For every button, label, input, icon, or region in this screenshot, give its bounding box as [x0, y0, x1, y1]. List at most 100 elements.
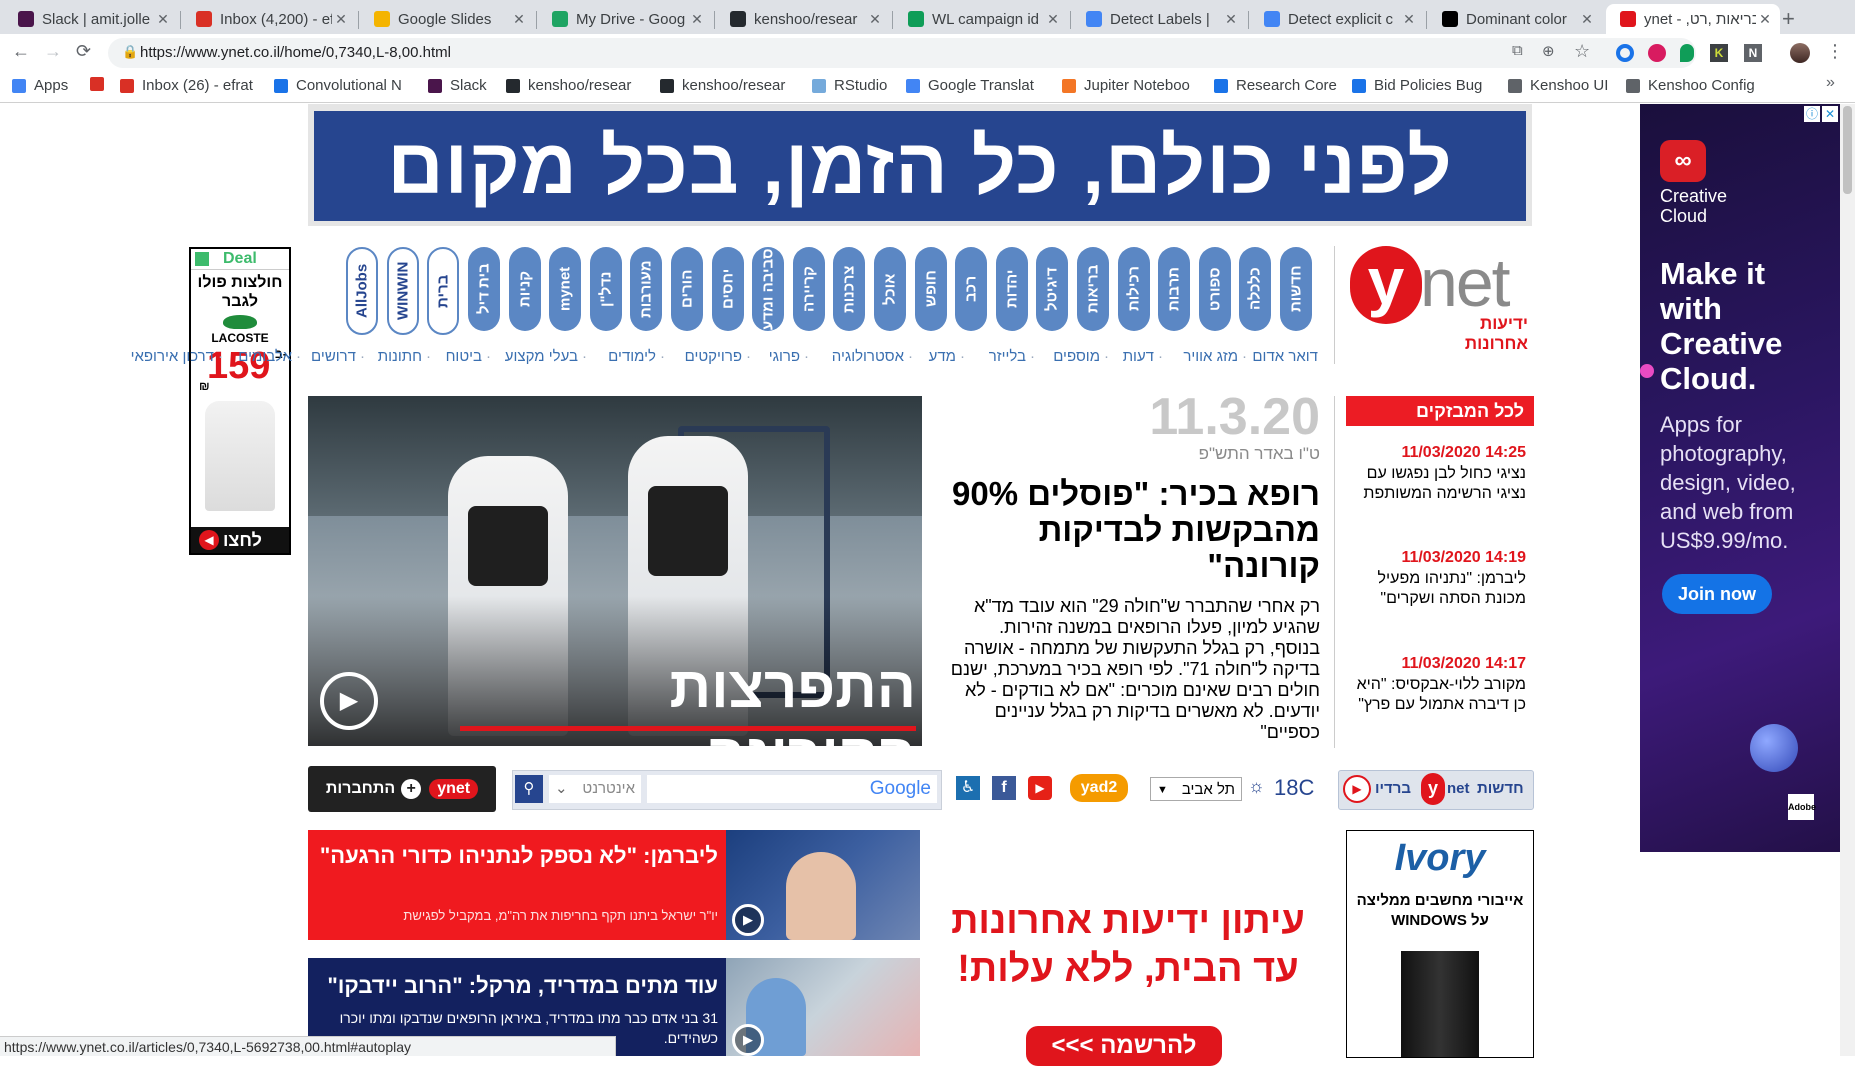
forward-icon[interactable]: → — [44, 41, 62, 62]
sub-nav-link[interactable]: דרכון אירופאי — [122, 348, 214, 365]
bookmark-item[interactable]: Jupiter Noteboo — [1062, 77, 1190, 94]
sub-nav-link[interactable]: פרוגי — [756, 348, 800, 365]
bookmark-item[interactable]: Research Core — [1214, 77, 1337, 94]
breaking-news-text[interactable]: נציגי כחול לבן נפגשו עם נציגי הרשימה המש… — [1346, 464, 1526, 504]
section-tab[interactable]: אוכל — [874, 247, 906, 331]
close-tab-icon[interactable]: ✕ — [1222, 11, 1240, 28]
partner-logo[interactable]: ברית — [427, 247, 460, 335]
play-icon[interactable]: ▶ — [732, 904, 764, 936]
breaking-news-text[interactable]: מקורב ללוי-אבקסיס: "היא כן דיברה אתמול ע… — [1346, 675, 1526, 715]
adobe-ad[interactable]: ∞ Creative Cloud Make it with Creative C… — [1640, 104, 1840, 852]
left-ad-cta[interactable]: לחצו — [223, 530, 262, 551]
story-card-image[interactable]: ▶ — [726, 958, 920, 1056]
new-tab-button[interactable]: + — [1782, 6, 1795, 32]
section-tab[interactable]: יחסים — [711, 247, 744, 331]
section-tab[interactable]: קניות — [508, 247, 541, 331]
close-tab-icon[interactable]: ✕ — [1756, 11, 1774, 28]
adobe-join-button[interactable]: Join now — [1662, 574, 1772, 614]
section-tab[interactable]: ספורט — [1198, 247, 1231, 331]
city-select[interactable]: תל אביב ▼ — [1150, 777, 1242, 801]
browser-tab[interactable]: Google Slides ✕ — [360, 4, 534, 34]
sub-nav-link[interactable]: דעות — [1114, 348, 1154, 365]
login-button[interactable]: ynet + התחברות — [308, 766, 496, 812]
browser-tab[interactable]: Detect explicit c ✕ — [1250, 4, 1424, 34]
sub-nav-link[interactable]: אסטרולוגיה — [814, 348, 904, 365]
bookmark-item[interactable]: Apps — [12, 77, 68, 94]
radio-play-icon[interactable]: ▶ — [1343, 775, 1371, 803]
sub-nav-link[interactable]: מדע — [918, 348, 956, 365]
section-tab[interactable]: בריאות — [1077, 247, 1109, 331]
main-headline[interactable]: רופא בכיר: "פוסלים 90% מהבקשות לבדיקות ק… — [945, 476, 1320, 584]
bookmark-item[interactable]: Inbox (26) - efrat — [120, 77, 253, 94]
bookmark-item[interactable]: Google Translat — [906, 77, 1034, 94]
browser-tab[interactable]: Detect Labels | ✕ — [1072, 4, 1246, 34]
sub-nav-link[interactable]: דרושים — [306, 348, 356, 365]
sub-nav-link[interactable]: בלייזר — [970, 348, 1026, 365]
bookmark-item[interactable] — [90, 77, 112, 91]
page-scrollbar[interactable] — [1840, 104, 1855, 1056]
section-tab[interactable]: בית דיל — [468, 247, 500, 331]
bookmark-star-icon[interactable]: ☆ — [1574, 41, 1590, 62]
section-tab[interactable]: תרבות — [1158, 247, 1191, 331]
ynet-logo[interactable]: y net ידיעות אחרונות — [1350, 245, 1528, 353]
story-card-title[interactable]: ליברמן: "לא נספק לנתניהו כדורי הרגעה" — [318, 842, 718, 870]
section-tab[interactable]: חופש — [914, 247, 947, 331]
section-tab[interactable]: mynet — [549, 247, 582, 331]
breaking-news-text[interactable]: ליברמן: "נתניהו מפעיל מכונת הסתה ושקרים" — [1346, 569, 1526, 609]
section-tab[interactable]: מעורבות — [630, 247, 663, 331]
ad-info-icon[interactable]: ⓘ — [1804, 106, 1820, 122]
main-story-photo[interactable]: התפרצות הקורונה ▶ — [308, 396, 922, 746]
sub-nav-link[interactable]: מזג אוויר — [1168, 348, 1238, 365]
all-breaking-news-link[interactable]: לכל המבזקים — [1346, 396, 1534, 426]
sub-nav-link[interactable]: אלבומים — [228, 348, 292, 365]
sub-nav-link[interactable]: פרויקטים — [670, 348, 742, 365]
story-card-title[interactable]: עוד מתים במדריד, מרקל: "הרוב יידבקו" — [318, 972, 718, 1000]
section-tab[interactable]: קריירה — [792, 247, 825, 331]
close-tab-icon[interactable]: ✕ — [510, 11, 528, 28]
bookmark-item[interactable]: Convolutional N — [274, 77, 402, 94]
section-tab[interactable]: כלכלה — [1239, 247, 1272, 331]
extension-icon[interactable]: K — [1710, 44, 1728, 62]
back-icon[interactable]: ← — [12, 41, 30, 62]
section-tab[interactable]: רכילות — [1117, 247, 1150, 331]
browser-tab[interactable]: Dominant color ✕ — [1428, 4, 1602, 34]
bookmark-item[interactable]: Bid Policies Bug — [1352, 77, 1482, 94]
search-scope-select[interactable]: אינטרנט ⌄ — [549, 775, 641, 803]
browser-tab[interactable]: WL campaign id ✕ — [894, 4, 1068, 34]
newspaper-ad-cta[interactable]: להרשמה >>> — [1026, 1026, 1222, 1066]
close-tab-icon[interactable]: ✕ — [154, 11, 172, 28]
top-banner-text[interactable]: לפני כולם, כל הזמן, בכל מקום — [314, 111, 1526, 221]
bookmark-item[interactable]: RStudio — [812, 77, 887, 94]
browser-tab[interactable]: ynet - ,בריאות ,רט ✕ — [1606, 4, 1780, 34]
bookmarks-overflow-icon[interactable]: » — [1826, 74, 1835, 92]
lock-icon[interactable]: 🔒 — [122, 44, 138, 60]
bookmark-item[interactable]: Kenshoo Config — [1626, 77, 1755, 94]
facebook-icon[interactable]: f — [992, 776, 1016, 800]
search-input[interactable]: Google — [647, 775, 937, 803]
extension-icon[interactable] — [1648, 44, 1666, 62]
sub-nav-link[interactable]: מוספים — [1040, 348, 1100, 365]
zoom-icon[interactable]: ⊕ — [1542, 42, 1555, 60]
sub-nav-link[interactable]: דואר אדום — [1252, 348, 1318, 365]
section-tab[interactable]: רכב — [955, 247, 988, 331]
url-text[interactable]: https://www.ynet.co.il/home/0,7340,L-8,0… — [140, 44, 451, 61]
browser-tab[interactable]: Slack | amit.jolle ✕ — [4, 4, 178, 34]
section-tab[interactable]: הורים — [671, 247, 703, 331]
newspaper-ad[interactable]: עיתון ידיעות אחרונות עד הבית, ללא עלות! … — [940, 830, 1316, 1066]
section-tab[interactable]: יהדות — [995, 247, 1028, 331]
reload-icon[interactable]: ⟳ — [76, 41, 91, 62]
browser-tab[interactable]: kenshoo/resear ✕ — [716, 4, 890, 34]
browser-tab[interactable]: My Drive - Goog ✕ — [538, 4, 712, 34]
close-tab-icon[interactable]: ✕ — [1578, 11, 1596, 28]
section-tab[interactable]: צרכנות — [833, 247, 866, 331]
bookmark-item[interactable]: kenshoo/resear — [660, 77, 785, 94]
play-icon[interactable]: ▶ — [320, 672, 378, 730]
sub-nav-link[interactable]: לימודים — [592, 348, 656, 365]
menu-icon[interactable]: ⋮ — [1826, 41, 1844, 62]
main-story-body[interactable]: רק אחרי שהתברר ש"חולה 29" הוא עובד מד"א … — [945, 596, 1320, 748]
close-tab-icon[interactable]: ✕ — [332, 11, 350, 28]
search-icon[interactable]: ⚲ — [515, 775, 543, 803]
radio-bar[interactable]: ▶ ברדיו y net חדשות — [1338, 770, 1534, 810]
close-tab-icon[interactable]: ✕ — [1044, 11, 1062, 28]
bookmark-item[interactable]: Slack — [428, 77, 487, 94]
